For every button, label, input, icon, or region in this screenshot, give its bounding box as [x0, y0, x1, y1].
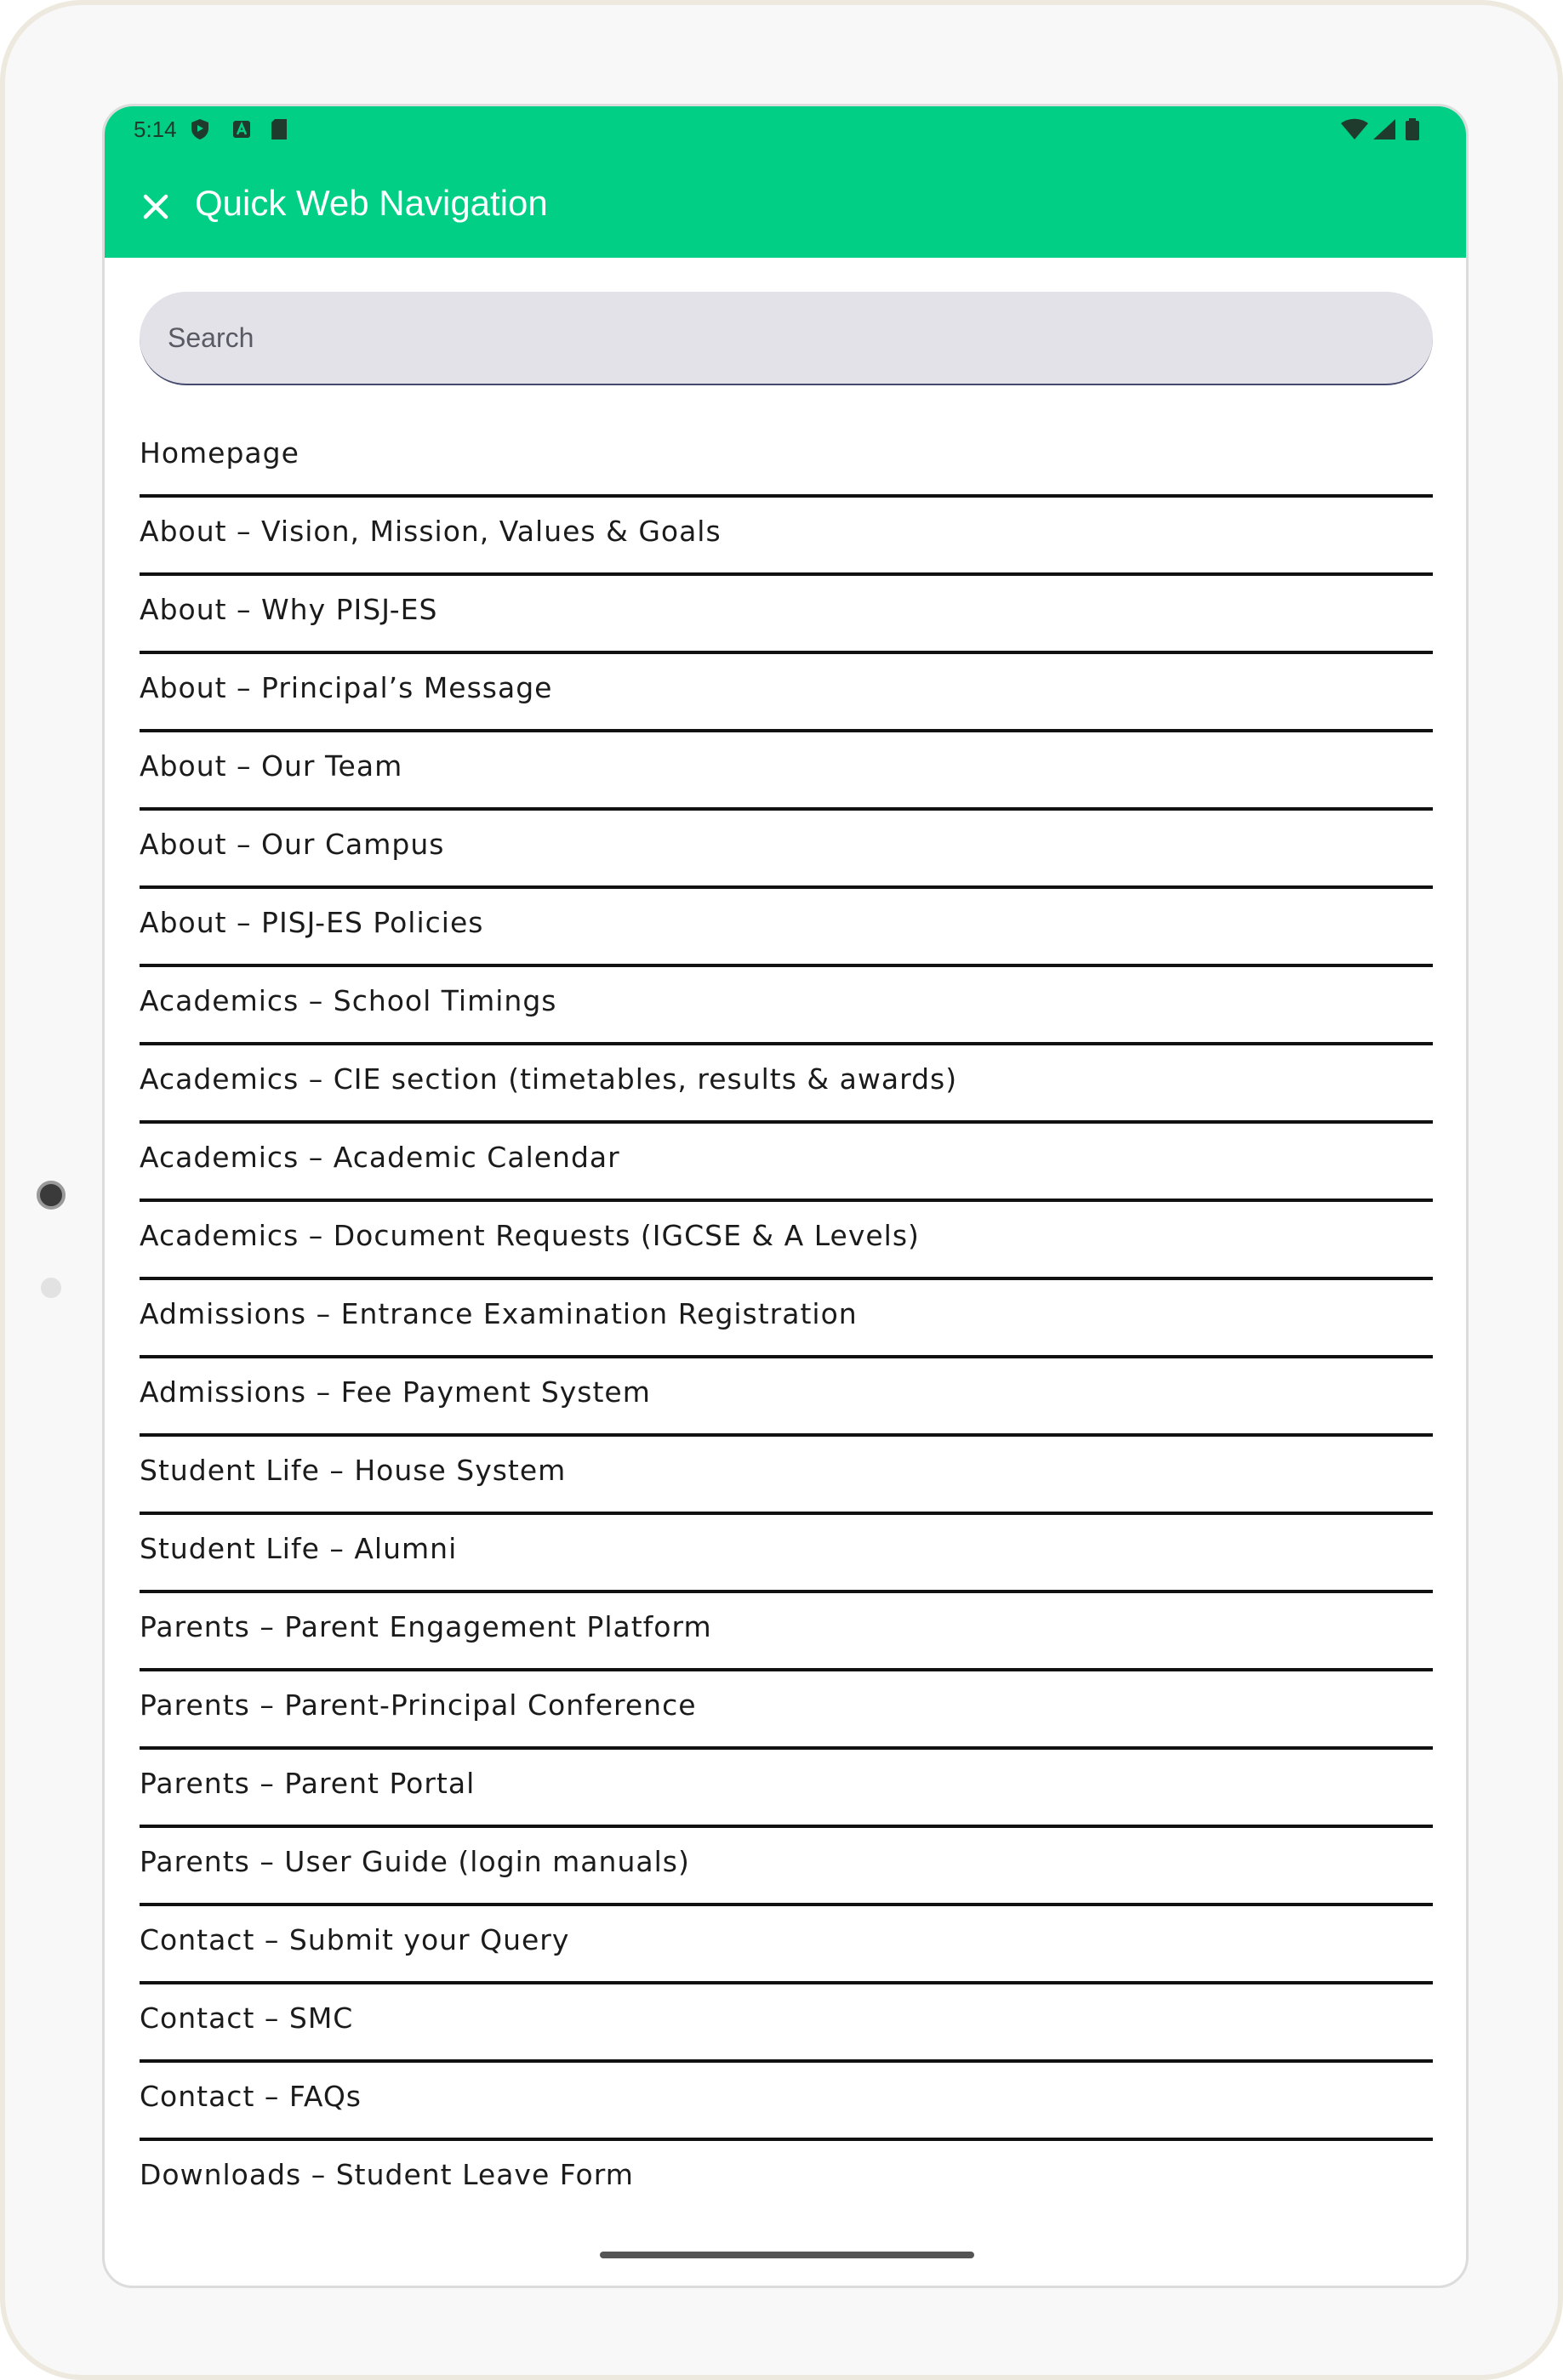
list-item-label: Downloads – Student Leave Form [140, 2158, 634, 2191]
list-item[interactable]: Academics – CIE section (timetables, res… [140, 1045, 1433, 1124]
list-item-label: Admissions – Entrance Examination Regist… [140, 1297, 858, 1330]
list-item-label: About – Why PISJ-ES [140, 593, 438, 626]
list-item[interactable]: Parents – Parent Engagement Platform [140, 1593, 1433, 1671]
list-item[interactable]: Contact – FAQs [140, 2063, 1433, 2141]
list-item[interactable]: Downloads – Student Leave Form [140, 2141, 1433, 2219]
list-item-label: Admissions – Fee Payment System [140, 1375, 651, 1409]
list-item-label: Parents – Parent Engagement Platform [140, 1610, 712, 1643]
list-item-label: Academics – School Timings [140, 984, 557, 1017]
list-item-label: Contact – Submit your Query [140, 1923, 570, 1956]
list-item[interactable]: Contact – Submit your Query [140, 1906, 1433, 1984]
list-item-label: Academics – Document Requests (IGCSE & A… [140, 1219, 920, 1252]
list-item-label: Academics – Academic Calendar [140, 1141, 620, 1174]
list-item[interactable]: Parents – User Guide (login manuals) [140, 1828, 1433, 1906]
search-placeholder: Search [168, 322, 254, 353]
sensor [41, 1278, 61, 1298]
sd-card-icon [271, 119, 287, 139]
list-item-label: About – Vision, Mission, Values & Goals [140, 515, 722, 548]
list-item[interactable]: About – Our Team [140, 732, 1433, 811]
list-item[interactable]: About – PISJ-ES Policies [140, 889, 1433, 967]
list-item[interactable]: Contact – SMC [140, 1984, 1433, 2063]
list-item-label: Parents – User Guide (login manuals) [140, 1845, 690, 1878]
list-item[interactable]: Student Life – House System [140, 1437, 1433, 1515]
list-item-label: Homepage [140, 436, 299, 470]
camera [37, 1181, 66, 1210]
close-icon [143, 194, 168, 219]
shield-status-icon [191, 119, 208, 139]
app-bar: 5:14 Quick Web Navigation [105, 106, 1466, 258]
list-item-label: About – Principal’s Message [140, 671, 553, 704]
tablet-frame: 5:14 Quick Web Navigation Search Homepag… [0, 0, 1563, 2380]
list-item[interactable]: Parents – Parent-Principal Conference [140, 1671, 1433, 1750]
status-time: 5:14 [134, 117, 177, 142]
list-item-label: About – Our Team [140, 749, 403, 783]
list-item[interactable]: About – Our Campus [140, 811, 1433, 889]
list-item[interactable]: About – Why PISJ-ES [140, 576, 1433, 654]
list-item[interactable]: Homepage [140, 419, 1433, 498]
screen: 5:14 Quick Web Navigation Search Homepag… [102, 104, 1469, 2288]
a-status-icon [233, 121, 250, 138]
battery-icon [1406, 118, 1419, 140]
list-item-label: About – Our Campus [140, 828, 445, 861]
list-item[interactable]: Academics – School Timings [140, 967, 1433, 1045]
list-item-label: Student Life – Alumni [140, 1532, 458, 1565]
cell-signal-icon [1373, 119, 1395, 139]
list-item[interactable]: Student Life – Alumni [140, 1515, 1433, 1593]
wifi-icon [1341, 118, 1368, 139]
navigation-list: Homepage About – Vision, Mission, Values … [140, 419, 1433, 2219]
list-item-label: Parents – Parent-Principal Conference [140, 1688, 697, 1722]
list-item-label: Contact – SMC [140, 2001, 354, 2035]
close-button[interactable] [134, 185, 178, 229]
list-item[interactable]: Academics – Academic Calendar [140, 1124, 1433, 1202]
list-item-label: Student Life – House System [140, 1454, 567, 1487]
list-item[interactable]: About – Principal’s Message [140, 654, 1433, 732]
list-item[interactable]: About – Vision, Mission, Values & Goals [140, 498, 1433, 576]
page-title: Quick Web Navigation [195, 183, 548, 223]
home-indicator[interactable] [600, 2252, 974, 2258]
search-input[interactable]: Search [140, 292, 1433, 385]
list-item[interactable]: Admissions – Entrance Examination Regist… [140, 1280, 1433, 1358]
list-item-label: Contact – FAQs [140, 2080, 362, 2113]
list-item-label: About – PISJ-ES Policies [140, 906, 484, 939]
list-item[interactable]: Parents – Parent Portal [140, 1750, 1433, 1828]
list-item[interactable]: Academics – Document Requests (IGCSE & A… [140, 1202, 1433, 1280]
list-item[interactable]: Admissions – Fee Payment System [140, 1358, 1433, 1437]
list-item-label: Academics – CIE section (timetables, res… [140, 1062, 958, 1096]
list-item-label: Parents – Parent Portal [140, 1767, 476, 1800]
